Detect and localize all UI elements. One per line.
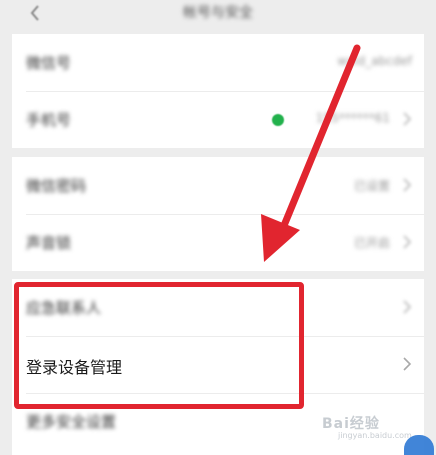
baidu-jingyan-watermark: Bai经验 jingyan.baidu.com (292, 405, 422, 445)
blue-corner-shape (404, 435, 434, 455)
wechat-account-security-screen: 帐号与安全 微信号 wxid_abcdef 手机号 155******61 微信… (0, 0, 436, 455)
watermark-brand: Bai经验 (322, 416, 380, 432)
watermark-url: jingyan.baidu.com (338, 431, 412, 440)
red-arrow-icon (261, 44, 361, 262)
